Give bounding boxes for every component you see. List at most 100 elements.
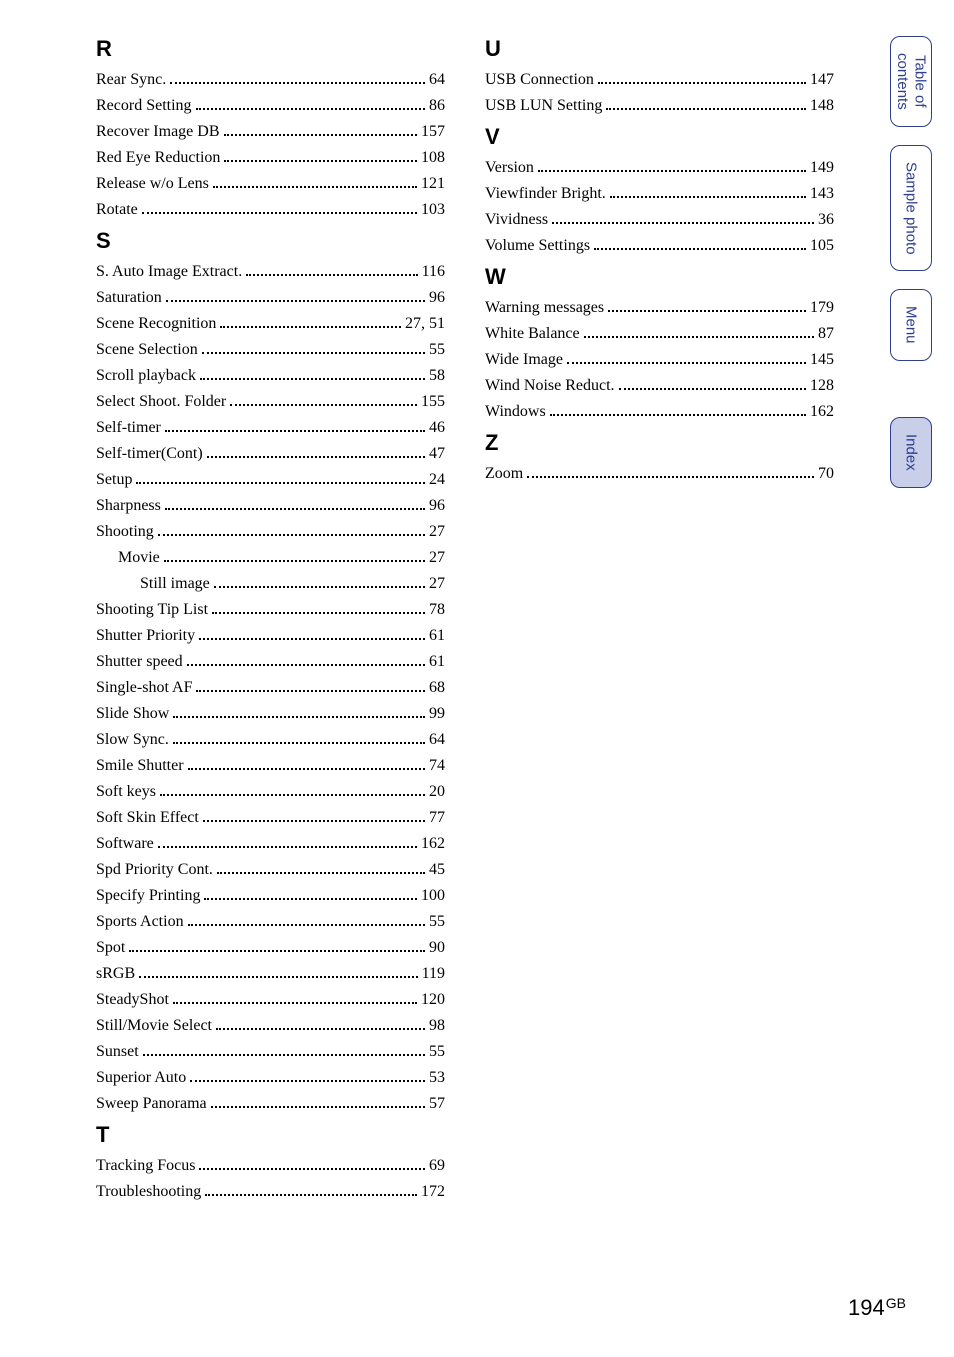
index-entry[interactable]: Setup24: [96, 472, 445, 488]
index-entry[interactable]: Shooting Tip List78: [96, 602, 445, 618]
index-entry[interactable]: USB LUN Setting148: [485, 98, 834, 114]
index-entry[interactable]: Volume Settings105: [485, 238, 834, 254]
index-entry[interactable]: White Balance87: [485, 326, 834, 342]
index-entry[interactable]: Soft Skin Effect77: [96, 810, 445, 826]
index-entry[interactable]: Spot90: [96, 940, 445, 956]
index-entry[interactable]: Spd Priority Cont.45: [96, 862, 445, 878]
index-entry[interactable]: Release w/o Lens121: [96, 176, 445, 192]
index-entry[interactable]: SteadyShot120: [96, 992, 445, 1008]
index-entry[interactable]: Select Shoot. Folder155: [96, 394, 445, 410]
index-entry-label: Sweep Panorama: [96, 1096, 207, 1112]
index-entry[interactable]: Warning messages179: [485, 300, 834, 316]
section-heading: V: [485, 124, 834, 150]
leader-dots: [164, 560, 425, 562]
leader-dots: [224, 134, 417, 136]
index-entry[interactable]: Software162: [96, 836, 445, 852]
side-tabs: Table of contents Sample photo Menu Index: [890, 36, 932, 506]
leader-dots: [606, 108, 806, 110]
index-entry[interactable]: Zoom70: [485, 466, 834, 482]
index-entry-label: Release w/o Lens: [96, 176, 209, 192]
index-entry[interactable]: Superior Auto53: [96, 1070, 445, 1086]
index-entry[interactable]: Vividness36: [485, 212, 834, 228]
index-entry[interactable]: Saturation96: [96, 290, 445, 306]
index-entry[interactable]: Troubleshooting172: [96, 1184, 445, 1200]
index-entry-page: 61: [429, 628, 445, 644]
index-entry-page: 87: [818, 326, 834, 342]
index-entry[interactable]: Sweep Panorama 57: [96, 1096, 445, 1112]
index-entry-label: Self-timer: [96, 420, 161, 436]
index-entry[interactable]: Sharpness96: [96, 498, 445, 514]
side-tab-index[interactable]: Index: [890, 417, 932, 488]
index-entry[interactable]: Record Setting86: [96, 98, 445, 114]
index-entry[interactable]: Rotate103: [96, 202, 445, 218]
leader-dots: [173, 742, 425, 744]
index-entry-label: Software: [96, 836, 154, 852]
index-entry[interactable]: Wide Image145: [485, 352, 834, 368]
index-entry[interactable]: Sunset55: [96, 1044, 445, 1060]
leader-dots: [139, 976, 417, 978]
side-tab-toc[interactable]: Table of contents: [890, 36, 932, 127]
index-entry-page: 116: [422, 264, 445, 280]
leader-dots: [188, 924, 425, 926]
leader-dots: [610, 196, 806, 198]
section-heading: W: [485, 264, 834, 290]
index-entry[interactable]: Still image27: [96, 576, 445, 592]
index-entry[interactable]: Wind Noise Reduct.128: [485, 378, 834, 394]
index-entry[interactable]: Tracking Focus69: [96, 1158, 445, 1174]
index-entry[interactable]: Windows162: [485, 404, 834, 420]
index-entry-page: 96: [429, 290, 445, 306]
index-entry[interactable]: Sports Action55: [96, 914, 445, 930]
leader-dots: [173, 1002, 417, 1004]
index-entry[interactable]: Self-timer(Cont)47: [96, 446, 445, 462]
leader-dots: [214, 586, 425, 588]
index-entry-label: Scroll playback: [96, 368, 196, 384]
index-entry[interactable]: sRGB119: [96, 966, 445, 982]
index-entry[interactable]: Single-shot AF68: [96, 680, 445, 696]
index-entry[interactable]: Specify Printing100: [96, 888, 445, 904]
index-entry-label: Version: [485, 160, 534, 176]
index-entry[interactable]: Self-timer46: [96, 420, 445, 436]
side-tab-menu[interactable]: Menu: [890, 289, 932, 361]
index-entry[interactable]: S. Auto Image Extract.116: [96, 264, 445, 280]
index-entry[interactable]: USB Connection147: [485, 72, 834, 88]
index-entry[interactable]: Red Eye Reduction108: [96, 150, 445, 166]
index-entry[interactable]: Viewfinder Bright.143: [485, 186, 834, 202]
index-entry-page: 155: [421, 394, 445, 410]
index-entry[interactable]: Scene Recognition27, 51: [96, 316, 445, 332]
index-entry-page: 179: [810, 300, 834, 316]
index-entry-page: 57: [429, 1096, 445, 1112]
index-entry[interactable]: Version149: [485, 160, 834, 176]
index-entry[interactable]: Smile Shutter74: [96, 758, 445, 774]
index-entry-label: Still image: [140, 576, 210, 592]
index-entry[interactable]: Shutter Priority 61: [96, 628, 445, 644]
index-entry-page: 36: [818, 212, 834, 228]
index-entry[interactable]: Still/Movie Select98: [96, 1018, 445, 1034]
index-entry[interactable]: Soft keys20: [96, 784, 445, 800]
index-entry-label: Shutter Priority: [96, 628, 195, 644]
index-entry-label: Shooting: [96, 524, 154, 540]
index-entry[interactable]: Movie27: [96, 550, 445, 566]
index-entry-page: 98: [429, 1018, 445, 1034]
index-entry-label: Superior Auto: [96, 1070, 186, 1086]
index-entry[interactable]: Scene Selection55: [96, 342, 445, 358]
leader-dots: [199, 1168, 425, 1170]
leader-dots: [538, 170, 806, 172]
index-entry[interactable]: Rear Sync.64: [96, 72, 445, 88]
leader-dots: [196, 108, 425, 110]
leader-dots: [216, 1028, 425, 1030]
index-entry-label: Windows: [485, 404, 546, 420]
index-entry[interactable]: Recover Image DB157: [96, 124, 445, 140]
index-entry[interactable]: Scroll playback58: [96, 368, 445, 384]
index-entry-page: 147: [810, 72, 834, 88]
leader-dots: [136, 482, 425, 484]
index-entry[interactable]: Slide Show99: [96, 706, 445, 722]
leader-dots: [203, 820, 425, 822]
index-entry-label: Zoom: [485, 466, 523, 482]
index-entry-label: Volume Settings: [485, 238, 590, 254]
index-entry[interactable]: Shutter speed61: [96, 654, 445, 670]
index-entry[interactable]: Slow Sync.64: [96, 732, 445, 748]
index-entry[interactable]: Shooting27: [96, 524, 445, 540]
section-heading: U: [485, 36, 834, 62]
side-tab-sample[interactable]: Sample photo: [890, 145, 932, 272]
leader-dots: [199, 638, 425, 640]
